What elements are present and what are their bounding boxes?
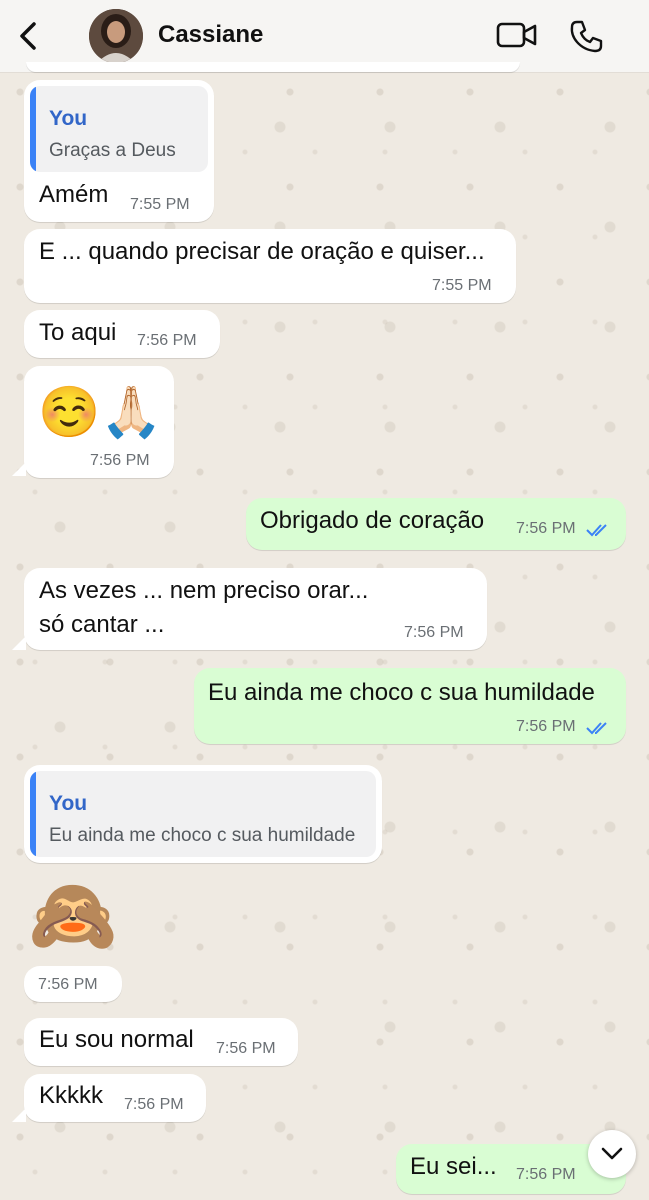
bubble-tail xyxy=(12,462,26,476)
bubble-tail xyxy=(12,1108,26,1122)
emoji-message: ☺️🙏🏻 xyxy=(38,384,163,440)
message-bubble-incoming[interactable]: You Graças a Deus Amém 7:55 PM xyxy=(24,80,214,222)
message-time: 7:56 PM xyxy=(90,452,150,469)
message-bubble-incoming[interactable]: E ... quando precisar de oração e quiser… xyxy=(24,229,516,303)
message-bubble-incoming[interactable]: To aqui 7:56 PM xyxy=(24,310,220,358)
message-time: 7:56 PM xyxy=(516,718,576,735)
quote-author: You xyxy=(49,792,88,815)
message-time-bubble: 7:56 PM xyxy=(24,966,122,1002)
message-text: Kkkkk xyxy=(39,1082,104,1109)
message-bubble-incoming[interactable]: ☺️🙏🏻 7:56 PM xyxy=(24,366,174,478)
message-time: 7:56 PM xyxy=(216,1040,276,1057)
video-camera-icon[interactable] xyxy=(496,20,538,50)
message-time: 7:56 PM xyxy=(38,976,98,993)
quote-text: Eu ainda me choco c sua humildade xyxy=(49,825,356,846)
scroll-to-bottom-button[interactable] xyxy=(588,1130,636,1178)
quoted-message[interactable]: You Graças a Deus xyxy=(30,86,208,172)
message-time: 7:56 PM xyxy=(137,332,197,349)
message-time: 7:56 PM xyxy=(516,520,576,537)
message-time: 7:55 PM xyxy=(432,277,492,294)
contact-name[interactable]: Cassiane xyxy=(158,21,263,49)
emoji-message[interactable]: 🙈 xyxy=(28,872,118,960)
quote-author: You xyxy=(49,107,88,130)
message-bubble-outgoing[interactable]: Eu ainda me choco c sua humildade 7:56 P… xyxy=(194,668,626,744)
message-bubble-incoming[interactable]: Kkkkk 7:56 PM xyxy=(24,1074,206,1122)
chevron-down-icon xyxy=(601,1147,623,1160)
message-text: Obrigado de coração xyxy=(260,507,485,534)
avatar[interactable] xyxy=(89,9,143,63)
message-text-line: só cantar ... xyxy=(39,611,165,638)
bubble-tail xyxy=(12,636,26,650)
message-text: E ... quando precisar de oração e quiser… xyxy=(39,238,485,265)
message-bubble-incoming[interactable]: Eu sou normal 7:56 PM xyxy=(24,1018,298,1066)
message-text: Eu sei... xyxy=(410,1153,497,1180)
quote-text: Graças a Deus xyxy=(49,140,176,161)
message-time: 7:56 PM xyxy=(124,1096,184,1113)
read-receipt-icon xyxy=(586,722,607,735)
quoted-message[interactable]: You Eu ainda me choco c sua humildade xyxy=(30,771,376,857)
message-time: 7:55 PM xyxy=(130,196,190,213)
message-text: Eu sou normal xyxy=(39,1026,194,1053)
message-time: 7:56 PM xyxy=(404,624,464,641)
quote-accent-bar xyxy=(30,86,36,172)
message-time: 7:56 PM xyxy=(516,1166,576,1183)
chevron-left-icon[interactable] xyxy=(14,18,42,54)
message-bubble-outgoing[interactable]: Obrigado de coração 7:56 PM xyxy=(246,498,626,550)
phone-icon[interactable] xyxy=(568,18,604,54)
read-receipt-icon xyxy=(586,524,607,537)
message-bubble-incoming[interactable]: You Eu ainda me choco c sua humildade xyxy=(24,765,382,863)
message-text-line: As vezes ... nem preciso orar... xyxy=(39,577,369,604)
message-text: Amém xyxy=(39,181,109,208)
quote-accent-bar xyxy=(30,771,36,857)
message-bubble-incoming[interactable]: As vezes ... nem preciso orar... só cant… xyxy=(24,568,487,650)
partial-message-bubble xyxy=(26,62,520,72)
message-text: To aqui xyxy=(39,319,117,346)
message-text: Eu ainda me choco c sua humildade xyxy=(208,679,595,706)
